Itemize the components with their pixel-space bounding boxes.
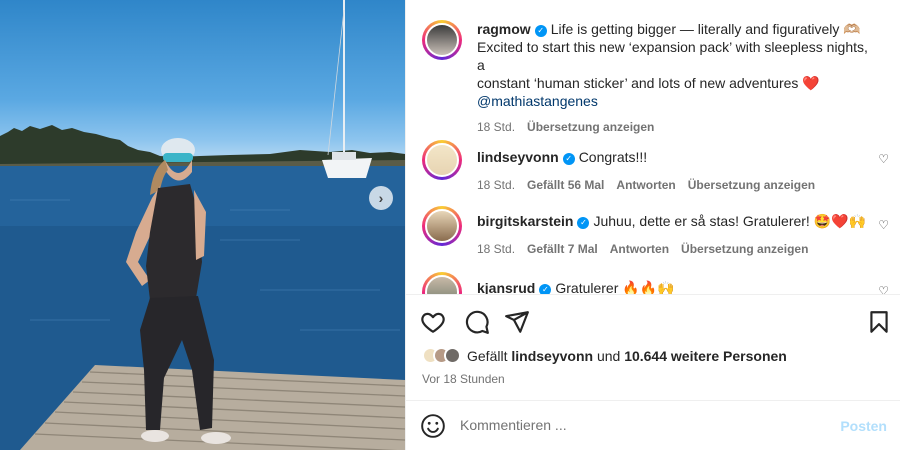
comment-username[interactable]: birgitskarstein	[477, 213, 573, 229]
verified-icon: ✓	[577, 217, 590, 229]
comment-likes[interactable]: Gefällt 7 Mal	[527, 242, 598, 256]
post-sidebar: ragmow ✓ Life is getting bigger — literall…	[405, 0, 900, 450]
post-photo[interactable]: ›	[0, 0, 405, 450]
caption-line1: Life is getting bigger — literally and f…	[550, 21, 861, 37]
comment-time[interactable]: 18 Std.	[477, 178, 515, 192]
caption-line2: Excited to start this new ‘expansion pac…	[477, 39, 868, 73]
comment-item: kjansrud ✓ Gratulerer 🔥🔥🙌	[422, 272, 872, 294]
comment-reply[interactable]: Antworten	[610, 242, 669, 256]
caption-translate[interactable]: Übersetzung anzeigen	[527, 120, 654, 134]
bookmark-icon[interactable]	[866, 309, 892, 335]
liker-avatars[interactable]	[422, 347, 461, 364]
author-avatar[interactable]	[422, 20, 462, 60]
comment-translate[interactable]: Übersetzung anzeigen	[681, 242, 808, 256]
comment-icon[interactable]	[464, 309, 490, 335]
emoji-icon[interactable]	[420, 413, 446, 439]
comment-heart-icon[interactable]: ♡	[878, 284, 889, 294]
comment-heart-icon[interactable]: ♡	[878, 218, 889, 232]
comment-heart-icon[interactable]: ♡	[878, 152, 889, 166]
caption-line3: constant ‘human sticker’ and lots of new…	[477, 75, 820, 91]
caption-time[interactable]: 18 Std.	[477, 120, 515, 134]
comment-translate[interactable]: Übersetzung anzeigen	[688, 178, 815, 192]
post-timestamp[interactable]: Vor 18 Stunden	[422, 372, 505, 386]
comment-username[interactable]: lindseyvonn	[477, 149, 559, 165]
action-bar	[406, 294, 900, 350]
comment-username[interactable]: kjansrud	[477, 280, 535, 294]
mention-link[interactable]: @mathiastangenes	[477, 93, 598, 109]
photo-scene	[0, 0, 405, 450]
verified-icon: ✓	[534, 25, 547, 37]
caption: ragmow ✓ Life is getting bigger — literall…	[422, 20, 872, 134]
likes-user[interactable]: lindseyvonn	[511, 348, 593, 364]
comments-scroll[interactable]: ragmow ✓ Life is getting bigger — literall…	[406, 0, 900, 294]
likes-prefix: Gefällt	[467, 347, 508, 364]
post-button[interactable]: Posten	[840, 418, 887, 434]
instagram-post-window: › ragmow ✓ Life is getting bigger — litera…	[0, 0, 900, 450]
send-icon[interactable]	[504, 309, 530, 335]
comment-composer: Posten	[406, 400, 900, 450]
comment-likes[interactable]: Gefällt 56 Mal	[527, 178, 604, 192]
heart-icon[interactable]	[420, 309, 446, 335]
comment-reply[interactable]: Antworten	[616, 178, 675, 192]
comment-item: lindseyvonn ✓ Congrats!!! 18 Std. Gefällt …	[422, 140, 872, 192]
author-username[interactable]: ragmow	[477, 21, 531, 37]
likes-mid: und	[596, 347, 621, 364]
comment-text: Congrats!!!	[578, 149, 648, 165]
verified-icon: ✓	[562, 153, 575, 165]
likes-count[interactable]: 10.644 weitere Personen	[624, 348, 787, 364]
comment-text: Gratulerer 🔥🔥🙌	[555, 280, 675, 294]
comment-item: birgitskarstein ✓ Juhuu, dette er så stas!…	[422, 206, 872, 256]
comment-time[interactable]: 18 Std.	[477, 242, 515, 256]
comment-text: Juhuu, dette er så stas! Gratulerer! 🤩❤️…	[593, 213, 866, 229]
commenter-avatar[interactable]	[422, 206, 462, 246]
verified-icon: ✓	[539, 284, 552, 294]
likes-summary: Gefällt lindseyvonn und 10.644 weitere P…	[422, 347, 787, 364]
commenter-avatar[interactable]	[422, 272, 462, 294]
comment-input[interactable]	[460, 417, 830, 433]
chevron-right-icon[interactable]: ›	[369, 186, 393, 210]
commenter-avatar[interactable]	[422, 140, 462, 180]
